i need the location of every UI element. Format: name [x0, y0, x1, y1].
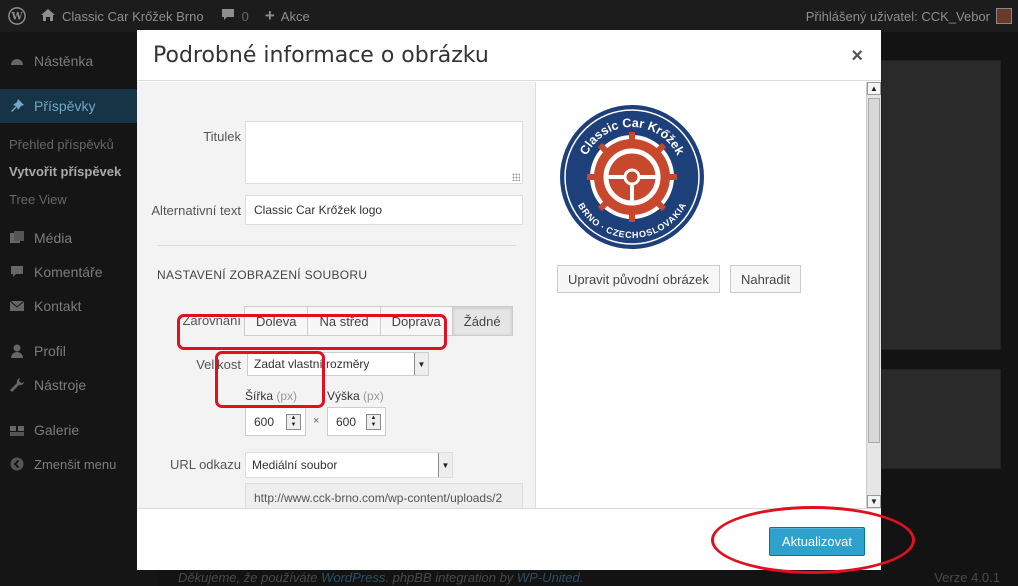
sidebar-item-label: Nástěnka: [34, 53, 94, 69]
dashboard-icon: [8, 52, 26, 70]
cck-logo-image: Classic Car Krőžek BRNO · CZECHOSLOVAKIA: [560, 105, 704, 249]
caption-textarea[interactable]: [245, 121, 523, 184]
chevron-down-icon: ▼: [438, 453, 452, 477]
height-label: Výška (px): [327, 389, 384, 403]
height-value: 600: [336, 414, 357, 429]
footer-thanks: Děkujeme, že používáte WordPress. phpBB …: [178, 570, 583, 585]
width-value: 600: [254, 414, 275, 429]
caption-label: Titulek: [203, 129, 241, 144]
sidebar-item-tools[interactable]: Nástroje: [0, 368, 157, 402]
close-icon[interactable]: ×: [851, 45, 863, 68]
divider: [157, 245, 516, 246]
resize-grip-icon[interactable]: [512, 173, 520, 181]
wp-united-link[interactable]: WP-United: [517, 570, 580, 585]
height-unit: (px): [363, 389, 384, 403]
edit-original-button[interactable]: Upravit původní obrázek: [557, 265, 720, 293]
sidebar-item-label: Nástroje: [34, 377, 87, 393]
submenu-tree-view[interactable]: Tree View: [9, 192, 67, 207]
annotation-update-highlight: [711, 506, 915, 574]
sidebar-item-comments[interactable]: Komentáře: [0, 255, 157, 289]
chevron-down-icon: ▼: [414, 353, 428, 375]
height-stepper[interactable]: 600 ▲ ▼: [327, 407, 386, 436]
admin-sidebar: Nástěnka Příspěvky Přehled příspěvků Vyt…: [0, 32, 157, 586]
modal-scrollbar[interactable]: ▲ ▼: [866, 82, 881, 508]
sidebar-item-label: Média: [34, 230, 73, 246]
replace-button[interactable]: Nahradit: [730, 265, 802, 293]
background-panel: [881, 369, 1001, 469]
comments-count: 0: [241, 8, 249, 24]
image-settings-panel: Titulek Alternativní text Classic Car Kr…: [137, 82, 536, 508]
sidebar-item-label: Galerie: [34, 422, 80, 438]
avatar: [996, 8, 1012, 24]
scroll-down-icon[interactable]: ▼: [867, 495, 881, 508]
wordpress-link[interactable]: WordPress: [321, 570, 385, 585]
svg-text:W: W: [10, 12, 23, 23]
submenu-new-post[interactable]: Vytvořit příspěvek: [9, 164, 121, 179]
footer-mid-text: . phpBB integration by: [385, 570, 517, 585]
site-name: Classic Car Krőžek Brno: [62, 8, 204, 24]
plus-icon: +: [264, 6, 275, 25]
comments-link[interactable]: 0: [212, 0, 257, 32]
modal-header: Podrobné informace o obrázku ×: [137, 30, 881, 81]
scroll-up-icon[interactable]: ▲: [867, 82, 881, 95]
sidebar-item-dashboard[interactable]: Nástěnka: [0, 44, 157, 78]
submenu-all-posts[interactable]: Přehled příspěvků: [9, 137, 114, 152]
comment-bubble-icon: [220, 8, 236, 25]
media-icon: [8, 229, 26, 247]
new-content-link[interactable]: + Akce: [257, 0, 318, 32]
modal-title: Podrobné informace o obrázku: [153, 43, 489, 68]
pin-icon: [8, 97, 26, 115]
wordpress-logo-icon[interactable]: W: [2, 0, 32, 32]
sidebar-item-contact[interactable]: Kontakt: [0, 289, 157, 323]
link-url-input[interactable]: http://www.cck-brno.com/wp-content/uploa…: [245, 483, 523, 508]
footer-end-text: .: [579, 570, 584, 585]
align-none-button[interactable]: Žádné: [451, 306, 513, 336]
stepper-arrows-icon[interactable]: ▲ ▼: [286, 414, 301, 430]
width-stepper[interactable]: 600 ▲ ▼: [245, 407, 306, 436]
sidebar-item-profile[interactable]: Profil: [0, 334, 157, 368]
link-to-value: Mediální soubor: [252, 458, 338, 472]
site-name-link[interactable]: Classic Car Krőžek Brno: [32, 0, 212, 32]
comments-icon: [8, 263, 26, 281]
mail-icon: [8, 297, 26, 315]
collapse-menu-label: Zmenšit menu: [34, 456, 117, 472]
sidebar-item-label: Kontakt: [34, 298, 82, 314]
sidebar-item-label: Komentáře: [34, 264, 103, 280]
stepper-arrows-icon[interactable]: ▲ ▼: [366, 414, 381, 430]
alt-text-label: Alternativní text: [151, 203, 241, 218]
collapse-menu-button[interactable]: Zmenšit menu: [0, 447, 157, 481]
new-content-label: Akce: [280, 8, 310, 24]
sidebar-item-media[interactable]: Média: [0, 221, 157, 255]
times-symbol: ×: [313, 415, 320, 427]
image-preview-panel: Classic Car Krőžek BRNO · CZECHOSLOVAKIA…: [537, 82, 866, 508]
link-url-label: URL odkazu: [169, 457, 241, 472]
height-label-text: Výška: [327, 389, 360, 403]
link-to-select[interactable]: Mediální soubor ▼: [245, 452, 453, 478]
annotation-size-highlight: [177, 314, 447, 350]
annotation-dimensions-highlight: [215, 351, 325, 408]
image-details-modal: Podrobné informace o obrázku × Titulek A…: [137, 30, 881, 570]
wrench-icon: [8, 376, 26, 394]
sidebar-item-label: Profil: [34, 343, 66, 359]
user-greeting: Přihlášený uživatel: CCK_Vebor: [805, 8, 990, 24]
sidebar-item-gallery[interactable]: Galerie: [0, 413, 157, 447]
scrollbar-thumb[interactable]: [868, 98, 880, 443]
sidebar-item-label: Příspěvky: [34, 98, 96, 114]
sidebar-item-posts[interactable]: Příspěvky: [0, 89, 157, 123]
home-icon: [40, 8, 56, 25]
background-panel: [881, 60, 1001, 350]
user-icon: [8, 342, 26, 360]
footer-version: Verze 4.0.1: [934, 570, 1000, 585]
gallery-icon: [8, 421, 26, 439]
alt-text-input[interactable]: Classic Car Krőžek logo: [245, 195, 523, 225]
admin-bar: W Classic Car Krőžek Brno 0 + Akce Přihl…: [0, 0, 1018, 32]
display-settings-title: NASTAVENÍ ZOBRAZENÍ SOUBORU: [157, 268, 368, 282]
collapse-arrow-icon: [8, 455, 26, 473]
user-account-menu[interactable]: Přihlášený uživatel: CCK_Vebor: [806, 8, 1018, 24]
footer-thanks-text: Děkujeme, že používáte: [178, 570, 322, 585]
